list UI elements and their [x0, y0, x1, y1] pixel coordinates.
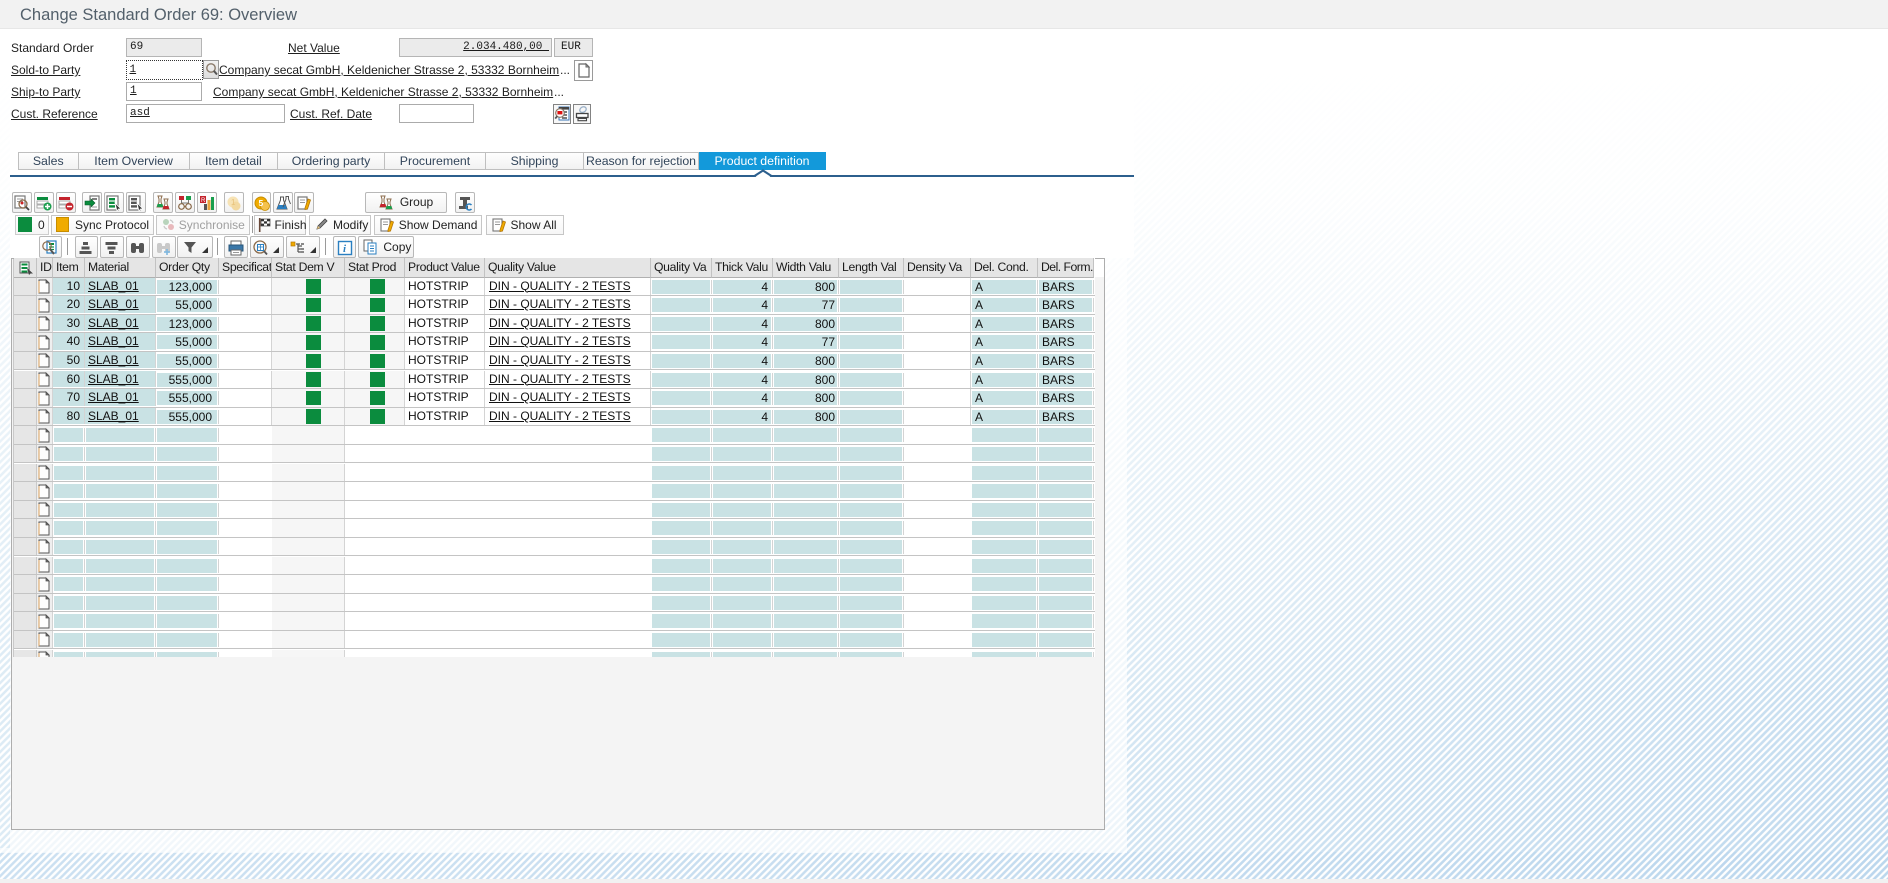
svg-text:5: 5 [258, 198, 263, 208]
svg-text:R: R [201, 198, 206, 204]
svg-text:1: 1 [231, 198, 236, 207]
